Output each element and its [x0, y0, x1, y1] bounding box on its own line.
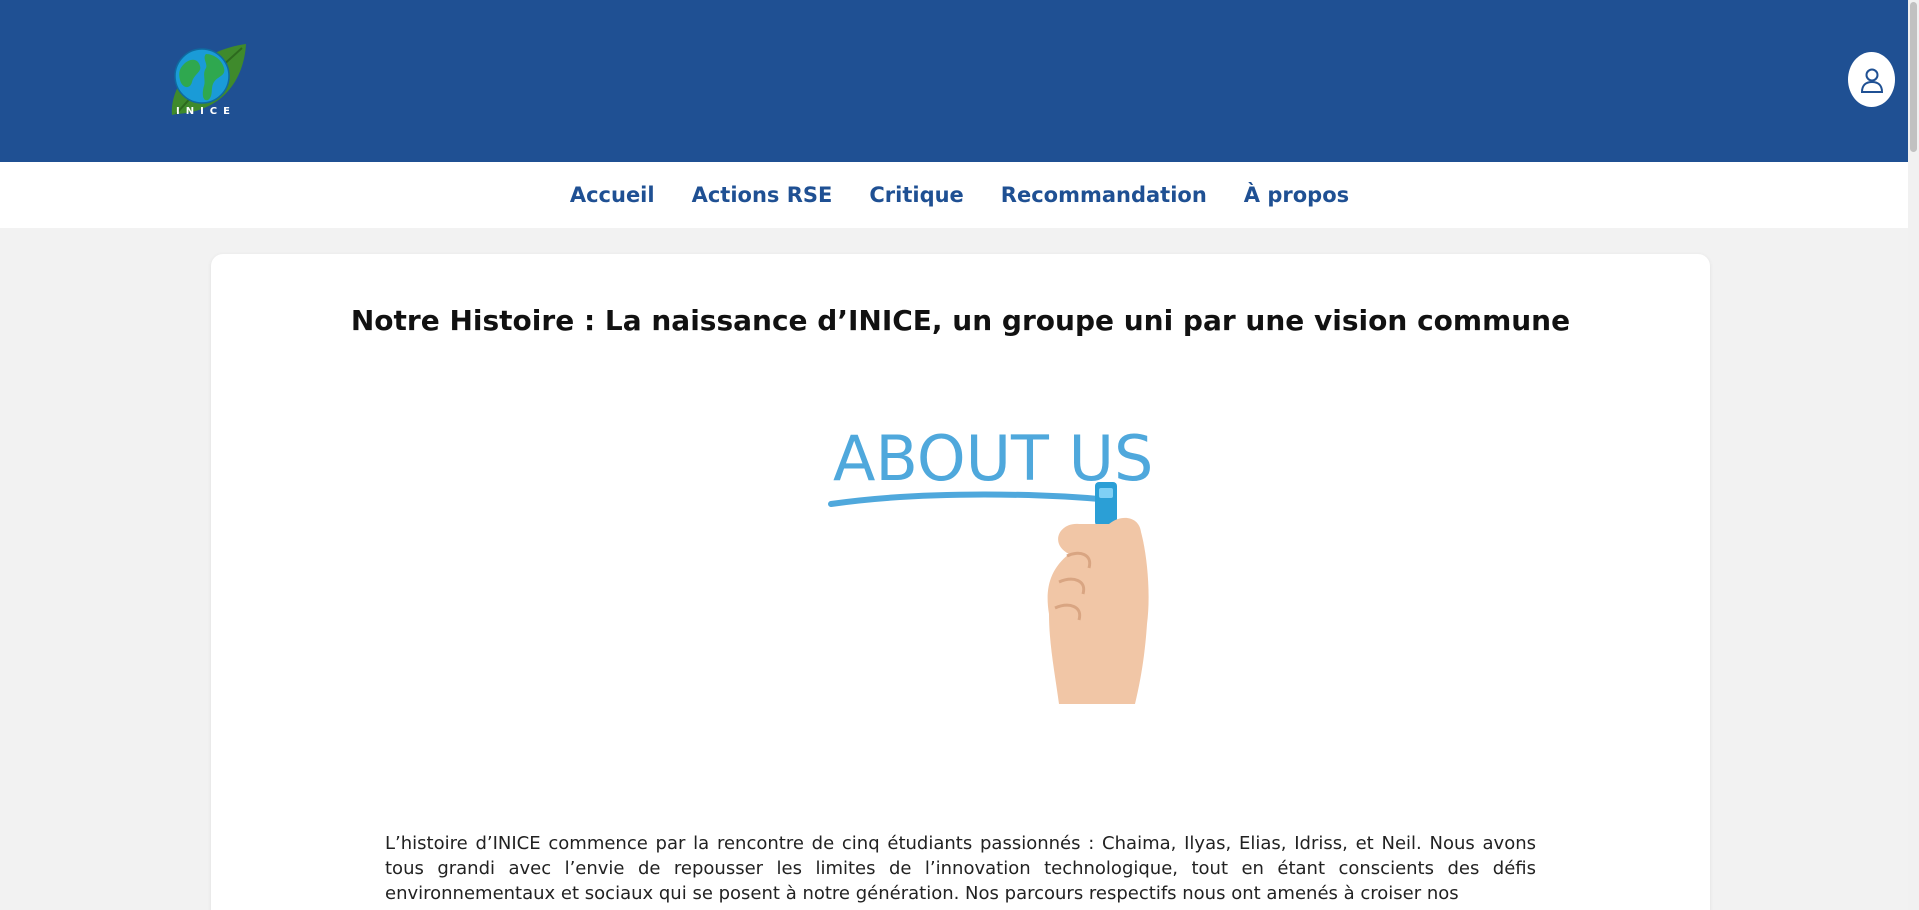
nav-item-actions-rse[interactable]: Actions RSE	[692, 183, 833, 207]
user-account-button[interactable]	[1848, 52, 1895, 107]
nav-item-recommandation[interactable]: Recommandation	[1001, 183, 1207, 207]
about-us-illustration: ABOUT US	[828, 422, 1153, 704]
page: INICE Accueil Actions RSE Critique Recom…	[0, 0, 1919, 910]
logo-text: INICE	[176, 106, 236, 117]
nav-item-a-propos[interactable]: À propos	[1244, 183, 1349, 207]
nav-item-critique[interactable]: Critique	[869, 183, 963, 207]
scrollbar-thumb[interactable]	[1910, 2, 1917, 152]
main-nav: Accueil Actions RSE Critique Recommandat…	[0, 162, 1919, 228]
page-title: Notre Histoire : La naissance d’INICE, u…	[350, 304, 1571, 337]
page-scrollbar[interactable]	[1908, 0, 1919, 910]
nav-item-accueil[interactable]: Accueil	[570, 183, 655, 207]
site-header: INICE	[0, 0, 1919, 162]
user-icon	[1860, 68, 1883, 93]
content-card: Notre Histoire : La naissance d’INICE, u…	[211, 254, 1710, 910]
history-paragraph: L’histoire d’INICE commence par la renco…	[385, 833, 1536, 904]
